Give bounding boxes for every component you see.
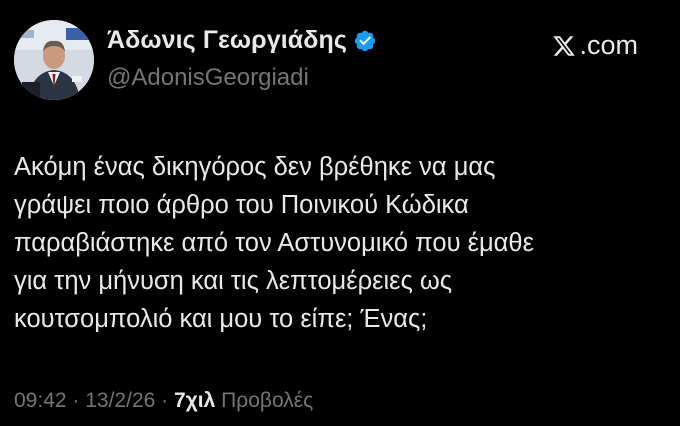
author-handle[interactable]: @AdonisGeorgiadi [107,64,309,92]
meta-separator: · [66,389,86,412]
meta-separator: · [155,389,174,412]
brand-domain-text: .com [579,30,638,60]
tweet-line: παραβιάστηκε από τον Αστυνομικό που έμαθ… [14,229,534,257]
avatar[interactable] [14,20,94,100]
x-logo-icon [551,34,577,58]
verified-badge-icon [353,29,377,53]
views-label: Προβολές [215,389,314,412]
brand-logo: .com [551,30,638,61]
tweet-time[interactable]: 09:42 [14,389,67,412]
avatar-photo [14,20,94,100]
views-count[interactable]: 7χιλ [174,389,215,412]
author-name-row: Άδωνις Γεωργιάδης [107,26,377,55]
tweet-line: γράψει ποιο άρθρο του Ποινικού Κώδικα [14,191,469,219]
tweet-line: κουτσομπολιό και μου το είπε; Ένας; [14,305,428,333]
tweet-date[interactable]: 13/2/26 [85,389,155,412]
tweet-line: για την μήνυση και τις λεπτομέρειες ως [14,267,453,295]
tweet-line: Ακόμη ένας δικηγόρος δεν βρέθηκε να μας [14,153,496,181]
tweet-card: Άδωνις Γεωργιάδης @AdonisGeorgiadi .com … [0,0,680,426]
tweet-meta: 09:42 · 13/2/26 · 7χιλ Προβολές [14,389,313,413]
author-display-name[interactable]: Άδωνις Γεωργιάδης [107,26,347,55]
tweet-text: Ακόμη ένας δικηγόρος δεν βρέθηκε να μας … [14,148,654,338]
